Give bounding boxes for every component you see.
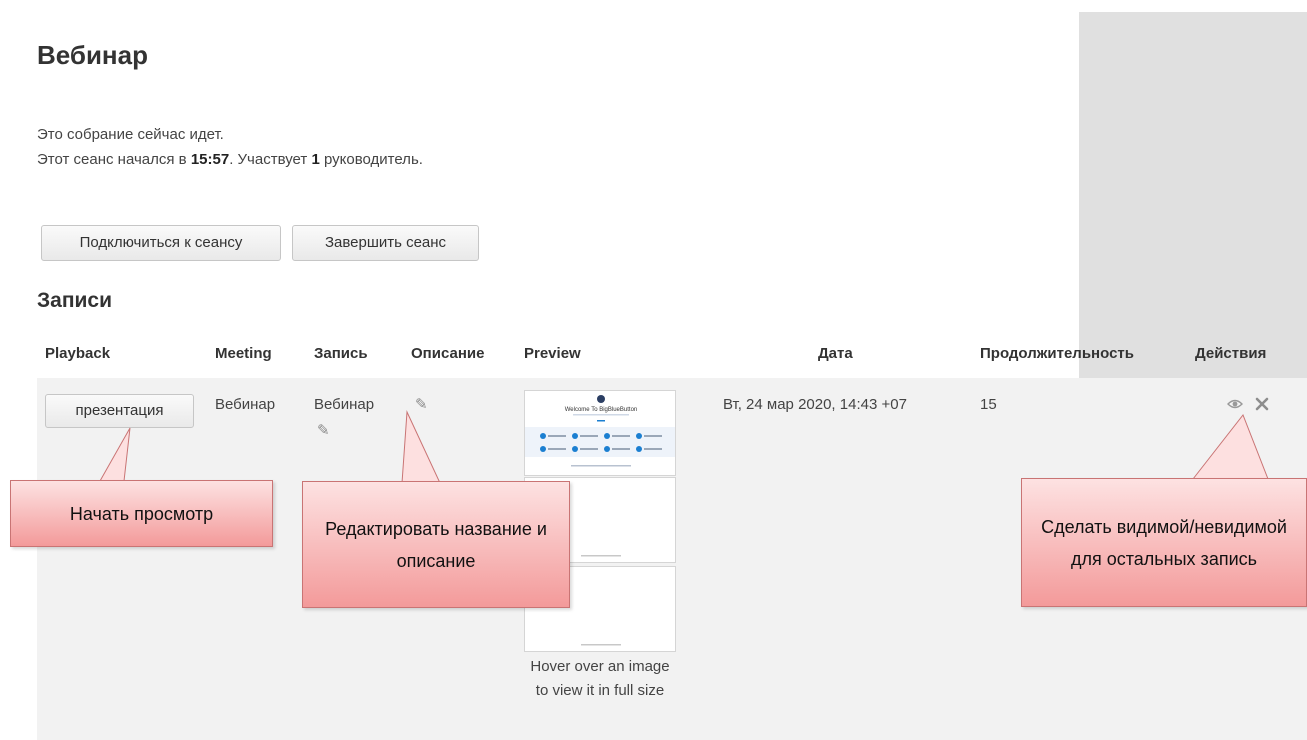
callout-start-playback-text: Начать просмотр — [69, 503, 214, 524]
callout-visibility: Сделать видимой/невидимой для остальных … — [1021, 478, 1307, 607]
callout-start-playback: Начать просмотр — [10, 480, 273, 547]
callout-pointers — [99, 410, 1269, 484]
callout-visibility-text: Сделать видимой/невидимой для остальных … — [1041, 516, 1287, 569]
callout-edit-text: Редактировать название и описание — [325, 518, 547, 571]
bbb-activity-page: Вебинар Это собрание сейчас идет. Этот с… — [0, 0, 1307, 740]
callout-edit: Редактировать название и описание — [302, 481, 570, 608]
